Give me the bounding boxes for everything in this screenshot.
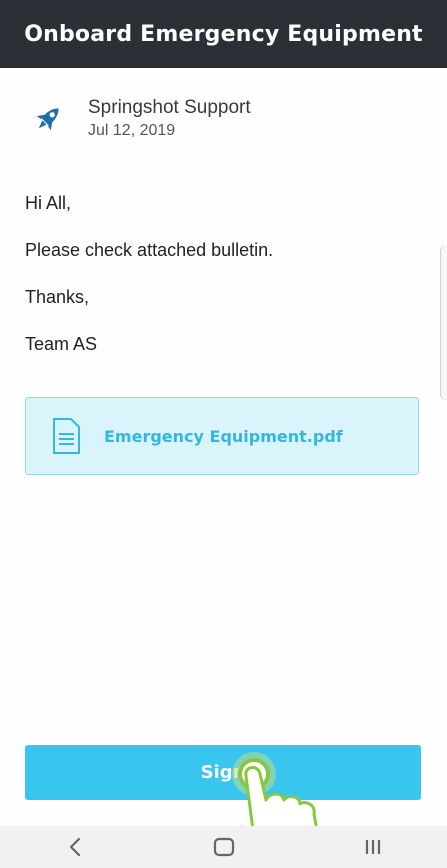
system-nav-bar bbox=[0, 826, 447, 868]
sender-name: Springshot Support bbox=[88, 97, 251, 118]
document-icon bbox=[50, 416, 82, 456]
attachment-file-name: Emergency Equipment.pdf bbox=[104, 426, 343, 446]
attachment-card[interactable]: Emergency Equipment.pdf bbox=[25, 397, 419, 475]
rocket-icon bbox=[30, 101, 66, 137]
scroll-edge[interactable] bbox=[440, 245, 447, 400]
sign-button[interactable]: Sign bbox=[25, 745, 421, 800]
app-header: Onboard Emergency Equipment bbox=[0, 0, 447, 68]
back-icon[interactable] bbox=[55, 826, 95, 868]
sender-info: Springshot Support Jul 12, 2019 bbox=[30, 94, 251, 144]
screen: Onboard Emergency Equipment Springshot S… bbox=[0, 0, 447, 868]
message-line: Hi All, bbox=[25, 193, 72, 213]
message-line: Team AS bbox=[25, 334, 98, 354]
home-icon[interactable] bbox=[204, 826, 244, 868]
page-title: Onboard Emergency Equipment bbox=[24, 21, 423, 47]
message-date: Jul 12, 2019 bbox=[88, 122, 176, 139]
message-line: Thanks, bbox=[25, 287, 90, 307]
recents-icon[interactable] bbox=[353, 826, 393, 868]
message-line: Please check attached bulletin. bbox=[25, 240, 274, 260]
message-body: Hi All, Please check attached bulletin. … bbox=[25, 180, 273, 368]
